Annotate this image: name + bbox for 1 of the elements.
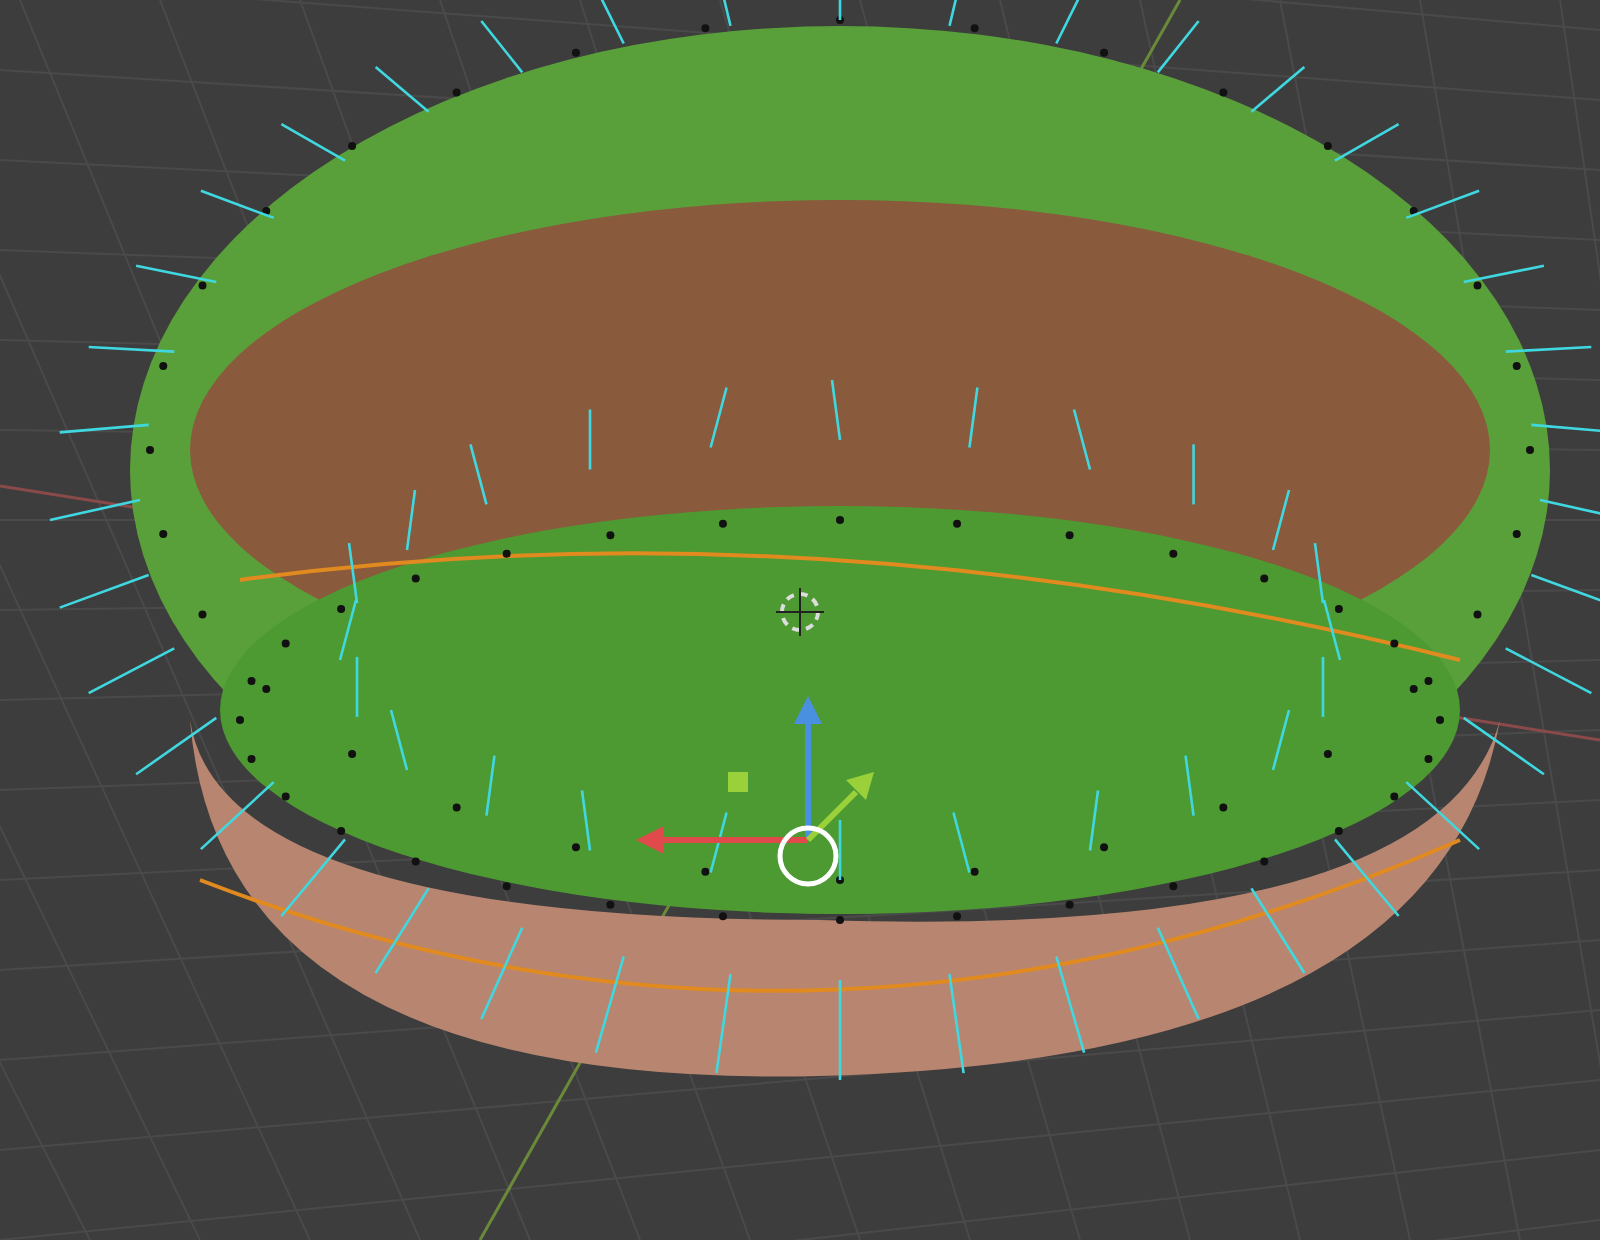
crosshair-icon[interactable] [775, 587, 825, 637]
